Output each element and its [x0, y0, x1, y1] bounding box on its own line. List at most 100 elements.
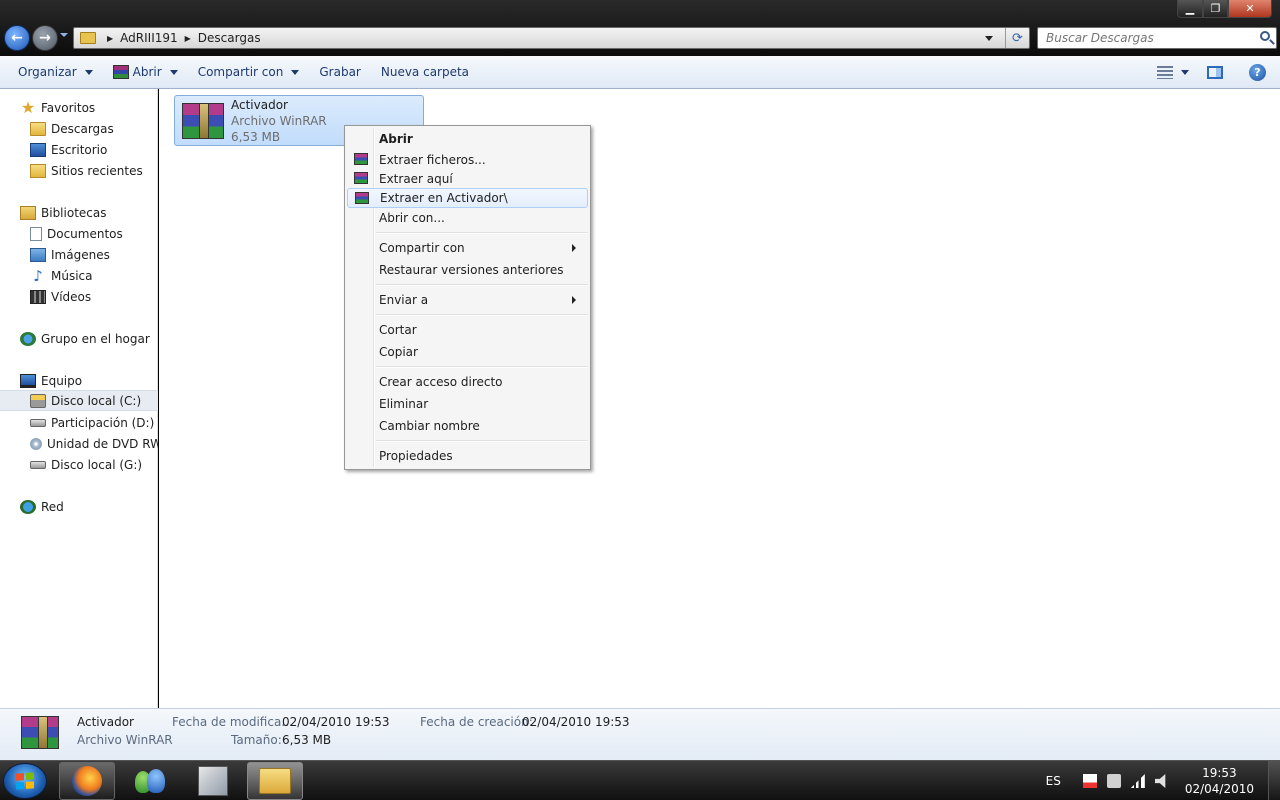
clock[interactable]: 19:53 02/04/2010 — [1185, 765, 1254, 797]
nav-downloads[interactable]: Descargas — [0, 118, 158, 139]
menu-item-extract-here[interactable]: Extraer aquí — [347, 169, 588, 189]
volume-icon[interactable] — [1154, 774, 1166, 788]
nav-music[interactable]: ♪ Música — [0, 265, 158, 286]
menu-item-send-to[interactable]: Enviar a — [347, 290, 588, 310]
details-file-name: Activador — [77, 715, 134, 729]
dvd-drive-icon — [30, 437, 42, 450]
views-dropdown-icon[interactable] — [1181, 69, 1189, 75]
search-input[interactable] — [1038, 31, 1248, 45]
action-center-flag-icon[interactable] — [1082, 774, 1097, 788]
organize-button[interactable]: Organizar — [0, 56, 103, 88]
nav-drive-dvd[interactable]: Unidad de DVD RW ( — [0, 433, 158, 454]
share-button[interactable]: Compartir con — [188, 56, 310, 88]
recent-places-icon — [30, 163, 46, 178]
nav-label: Disco local (C:) — [51, 393, 142, 408]
winrar-icon — [355, 192, 369, 204]
breadcrumb-user[interactable]: AdRIII191 — [120, 31, 177, 45]
nav-videos[interactable]: Vídeos — [0, 286, 158, 307]
taskbar-explorer[interactable] — [247, 762, 303, 800]
breadcrumb-downloads[interactable]: Descargas — [198, 31, 261, 45]
menu-item-create-shortcut[interactable]: Crear acceso directo — [347, 372, 588, 392]
nav-label: Participación (D:) — [51, 415, 155, 430]
menu-item-share-with[interactable]: Compartir con — [347, 238, 588, 258]
help-icon[interactable]: ? — [1249, 63, 1266, 81]
winrar-archive-icon — [21, 716, 59, 749]
power-icon[interactable] — [1106, 774, 1121, 788]
nav-network[interactable]: Red — [0, 496, 158, 517]
chevron-down-icon — [291, 69, 300, 75]
taskbar-firefox[interactable] — [59, 762, 115, 800]
search-icon[interactable] — [1260, 31, 1270, 41]
nav-label: Unidad de DVD RW ( — [47, 436, 158, 451]
menu-item-delete[interactable]: Eliminar — [347, 394, 588, 414]
nav-libraries[interactable]: Bibliotecas — [0, 202, 158, 223]
window-controls: ▁ ❐ ✕ — [1177, 0, 1272, 18]
details-modified-value: 02/04/2010 19:53 — [282, 715, 390, 729]
nav-desktop[interactable]: Escritorio — [0, 139, 158, 160]
nav-drive-c[interactable]: Disco local (C:) — [0, 390, 158, 411]
nav-label: Favoritos — [41, 100, 96, 115]
minimize-button[interactable]: ▁ — [1177, 0, 1203, 18]
nav-drive-g[interactable]: Disco local (G:) — [0, 454, 158, 475]
nav-label: Sitios recientes — [51, 163, 143, 178]
nav-images[interactable]: Imágenes — [0, 244, 158, 265]
pictures-icon — [30, 247, 46, 262]
taskbar-messenger[interactable] — [122, 762, 178, 800]
menu-item-extract-to[interactable]: Extraer en Activador\ — [347, 188, 588, 208]
nav-favorites[interactable]: ★ Favoritos — [0, 97, 158, 118]
clock-date: 02/04/2010 — [1184, 782, 1254, 796]
address-dropdown-icon[interactable] — [985, 36, 993, 41]
start-button[interactable] — [3, 763, 47, 799]
language-indicator[interactable]: ES — [1046, 774, 1061, 788]
nav-drive-d[interactable]: Participación (D:) — [0, 412, 158, 433]
organize-label: Organizar — [18, 65, 77, 79]
menu-item-open-with[interactable]: Abrir con... — [347, 208, 588, 228]
network-signal-icon[interactable] — [1130, 774, 1145, 788]
new-folder-button[interactable]: Nueva carpeta — [371, 56, 479, 88]
taskbar-app[interactable] — [185, 762, 241, 800]
open-button[interactable]: Abrir — [103, 56, 188, 88]
nav-documents[interactable]: Documentos — [0, 223, 158, 244]
menu-item-label: Extraer en Activador\ — [380, 191, 508, 205]
star-icon: ★ — [20, 98, 36, 117]
nav-homegroup[interactable]: Grupo en el hogar — [0, 328, 158, 349]
maximize-button[interactable]: ❐ — [1203, 0, 1228, 18]
command-bar: Organizar Abrir Compartir con Grabar Nue… — [0, 56, 1280, 89]
burn-button[interactable]: Grabar — [309, 56, 371, 88]
menu-item-copy[interactable]: Copiar — [347, 342, 588, 362]
nav-label: Imágenes — [51, 247, 110, 262]
menu-separator — [376, 284, 588, 286]
menu-item-rename[interactable]: Cambiar nombre — [347, 416, 588, 436]
menu-item-restore[interactable]: Restaurar versiones anteriores — [347, 260, 588, 280]
chevron-down-icon — [169, 69, 178, 75]
search-box[interactable] — [1037, 27, 1277, 49]
menu-item-cut[interactable]: Cortar — [347, 320, 588, 340]
breadcrumb-separator-icon[interactable]: ▶ — [185, 34, 191, 43]
file-list[interactable]: Activador Archivo WinRAR 6,53 MB — [159, 89, 1280, 708]
views-icon[interactable] — [1157, 65, 1173, 79]
close-button[interactable]: ✕ — [1228, 0, 1272, 18]
details-modified-label: Fecha de modifica... — [172, 715, 293, 729]
menu-item-properties[interactable]: Propiedades — [347, 446, 588, 466]
nav-recent[interactable]: Sitios recientes — [0, 160, 158, 181]
breadcrumb-separator-icon[interactable]: ▶ — [107, 34, 113, 43]
nav-label: Equipo — [41, 373, 83, 388]
refresh-icon[interactable]: ⟳ — [1005, 28, 1029, 48]
address-bar[interactable]: ▶ AdRIII191 ▶ Descargas ⟳ — [73, 27, 1030, 49]
menu-item-label: Extraer ficheros... — [379, 153, 486, 167]
new-folder-label: Nueva carpeta — [380, 65, 470, 79]
back-button[interactable]: ← — [4, 25, 30, 51]
computer-icon — [20, 373, 36, 388]
recent-pages-dropdown[interactable] — [60, 33, 68, 37]
homegroup-icon — [20, 331, 36, 346]
menu-separator — [376, 314, 588, 316]
show-desktop-button[interactable] — [1268, 761, 1280, 800]
preview-pane-icon[interactable] — [1207, 65, 1223, 79]
nav-computer[interactable]: Equipo — [0, 370, 158, 391]
menu-item-open[interactable]: Abrir — [347, 129, 588, 149]
menu-item-extract-files[interactable]: Extraer ficheros... — [347, 150, 588, 170]
menu-item-label: Copiar — [379, 345, 418, 359]
menu-item-label: Abrir — [379, 132, 413, 146]
forward-button[interactable]: → — [32, 25, 58, 51]
context-menu: Abrir Extraer ficheros... Extraer aquí E… — [344, 125, 591, 470]
